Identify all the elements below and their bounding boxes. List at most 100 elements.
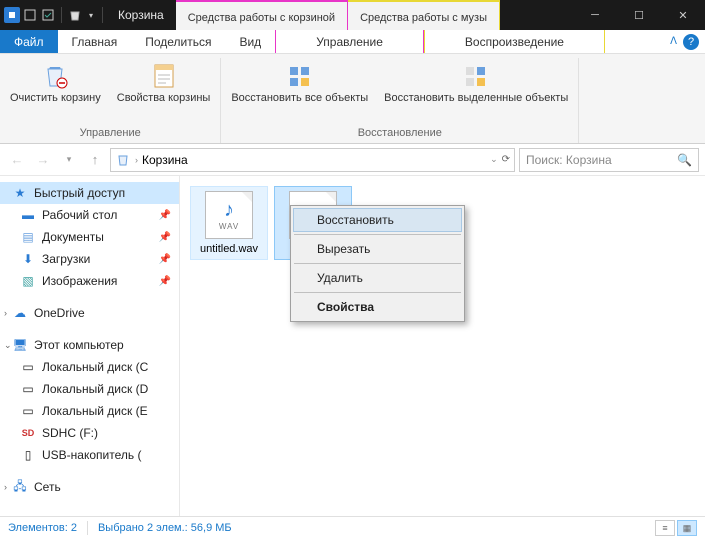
- recycle-empty-icon: [40, 60, 70, 92]
- expand-icon[interactable]: ›: [4, 482, 7, 492]
- view-switcher: ≡ ▦: [655, 520, 697, 536]
- sidebar-disk-e[interactable]: ▭ Локальный диск (E: [0, 400, 179, 422]
- close-button[interactable]: ✕: [661, 0, 705, 30]
- location-text[interactable]: Корзина: [142, 153, 188, 167]
- sidebar-usb[interactable]: ▯ USB-накопитель (: [0, 444, 179, 466]
- cloud-icon: ☁: [12, 305, 28, 321]
- label: Локальный диск (E: [42, 404, 148, 418]
- refresh-icon[interactable]: ⟳: [502, 154, 510, 165]
- manage-tab[interactable]: Управление: [275, 30, 424, 53]
- playback-tab[interactable]: Воспроизведение: [424, 30, 605, 53]
- label: Свойства корзины: [117, 92, 211, 105]
- status-bar: Элементов: 2 Выбрано 2 элем.: 56,9 МБ ≡ …: [0, 516, 705, 539]
- contextual-tab-recyclebin[interactable]: Средства работы с корзиной: [176, 0, 348, 30]
- label: Рабочий стол: [42, 208, 117, 222]
- sidebar-desktop[interactable]: ▬ Рабочий стол 📌: [0, 204, 179, 226]
- restore-selected-button[interactable]: Восстановить выделенные объекты: [380, 58, 572, 125]
- restore-selected-icon: [461, 60, 491, 92]
- ctx-delete[interactable]: Удалить: [293, 266, 462, 290]
- address-bar: ← → ▾ ↑ › Корзина ⌄ ⟳ Поиск: Корзина 🔍: [0, 144, 705, 176]
- sidebar-disk-c[interactable]: ▭ Локальный диск (C: [0, 356, 179, 378]
- ctx-properties[interactable]: Свойства: [293, 295, 462, 319]
- label: Восстановить все объекты: [231, 92, 368, 105]
- expand-icon[interactable]: ⌄: [4, 340, 12, 351]
- empty-bin-button[interactable]: Очистить корзину: [6, 58, 105, 125]
- share-tab[interactable]: Поделиться: [131, 30, 225, 53]
- window-title: Корзина: [110, 0, 172, 30]
- view-icons-button[interactable]: ▦: [677, 520, 697, 536]
- dropdown-icon[interactable]: ⌄: [490, 154, 498, 165]
- file-item[interactable]: ♪ WAV untitled.wav: [190, 186, 268, 260]
- label: Загрузки: [42, 252, 90, 266]
- minimize-button[interactable]: ─: [573, 0, 617, 30]
- search-input[interactable]: Поиск: Корзина 🔍: [519, 148, 699, 172]
- label: Сеть: [34, 480, 61, 494]
- ctx-restore[interactable]: Восстановить: [293, 208, 462, 232]
- recycle-bin-icon[interactable]: [67, 7, 83, 23]
- file-name: untitled.wav: [200, 243, 258, 255]
- pin-icon: 📌: [159, 210, 171, 221]
- pin-icon: 📌: [159, 232, 171, 243]
- quick-access-toolbar: ▾: [0, 0, 110, 30]
- nav-pane[interactable]: ★ Быстрый доступ ▬ Рабочий стол 📌 ▤ Доку…: [0, 176, 180, 516]
- qat-item[interactable]: [40, 7, 56, 23]
- separator: [87, 521, 88, 535]
- window-controls: ─ ☐ ✕: [573, 0, 705, 30]
- contextual-tab-music[interactable]: Средства работы с музы: [348, 0, 500, 30]
- ctx-cut[interactable]: Вырезать: [293, 237, 462, 261]
- drive-icon: ▭: [20, 403, 36, 419]
- expand-icon[interactable]: ›: [4, 308, 7, 318]
- app-icon[interactable]: [4, 7, 20, 23]
- restore-all-icon: [285, 60, 315, 92]
- chevron-right-icon[interactable]: ›: [135, 155, 138, 165]
- label: Быстрый доступ: [34, 186, 125, 200]
- properties-icon: [149, 60, 179, 92]
- drive-icon: ▭: [20, 381, 36, 397]
- pin-icon: 📌: [159, 276, 171, 287]
- view-details-button[interactable]: ≡: [655, 520, 675, 536]
- downloads-icon: ⬇: [20, 251, 36, 267]
- home-tab[interactable]: Главная: [58, 30, 132, 53]
- group-label: Восстановление: [221, 125, 578, 143]
- search-icon[interactable]: 🔍: [677, 153, 692, 167]
- group-label: Управление: [0, 125, 220, 143]
- label: Очистить корзину: [10, 92, 101, 105]
- sidebar-quick-access[interactable]: ★ Быстрый доступ: [0, 182, 179, 204]
- help-icon[interactable]: ?: [683, 34, 699, 50]
- recent-locations[interactable]: ▾: [58, 149, 80, 171]
- file-tab[interactable]: Файл: [0, 30, 58, 53]
- label: USB-накопитель (: [42, 448, 141, 462]
- ribbon-group-manage: Очистить корзину Свойства корзины Управл…: [0, 58, 221, 143]
- sidebar-documents[interactable]: ▤ Документы 📌: [0, 226, 179, 248]
- sidebar-disk-d[interactable]: ▭ Локальный диск (D: [0, 378, 179, 400]
- sidebar-network[interactable]: › 🖧 Сеть: [0, 476, 179, 498]
- qat-item[interactable]: [22, 7, 38, 23]
- sidebar-downloads[interactable]: ⬇ Загрузки 📌: [0, 248, 179, 270]
- desktop-icon: ▬: [20, 207, 36, 223]
- restore-all-button[interactable]: Восстановить все объекты: [227, 58, 372, 125]
- view-tab[interactable]: Вид: [225, 30, 275, 53]
- qat-dropdown[interactable]: ▾: [85, 11, 97, 20]
- bin-properties-button[interactable]: Свойства корзины: [113, 58, 215, 125]
- pin-icon: 📌: [159, 254, 171, 265]
- sidebar-onedrive[interactable]: › ☁ OneDrive: [0, 302, 179, 324]
- sd-icon: SD: [20, 425, 36, 441]
- sidebar-sdhc[interactable]: SD SDHC (F:): [0, 422, 179, 444]
- maximize-button[interactable]: ☐: [617, 0, 661, 30]
- drive-icon: ▭: [20, 359, 36, 375]
- back-button[interactable]: ←: [6, 149, 28, 171]
- label: Восстановить выделенные объекты: [384, 92, 568, 105]
- titlebar: ▾ Корзина Средства работы с корзиной Сре…: [0, 0, 705, 30]
- separator: [294, 292, 461, 293]
- sidebar-pictures[interactable]: ▧ Изображения 📌: [0, 270, 179, 292]
- recycle-bin-icon: [115, 152, 131, 168]
- ribbon: Очистить корзину Свойства корзины Управл…: [0, 54, 705, 144]
- forward-button[interactable]: →: [32, 149, 54, 171]
- up-button[interactable]: ↑: [84, 149, 106, 171]
- contextual-tabs: Средства работы с корзиной Средства рабо…: [176, 0, 500, 30]
- label: SDHC (F:): [42, 426, 98, 440]
- sidebar-thispc[interactable]: ⌄ 🖥 Этот компьютер: [0, 334, 179, 356]
- search-placeholder: Поиск: Корзина: [526, 153, 612, 167]
- address-box[interactable]: › Корзина ⌄ ⟳: [110, 148, 515, 172]
- ribbon-collapse[interactable]: ᐱ: [664, 30, 683, 53]
